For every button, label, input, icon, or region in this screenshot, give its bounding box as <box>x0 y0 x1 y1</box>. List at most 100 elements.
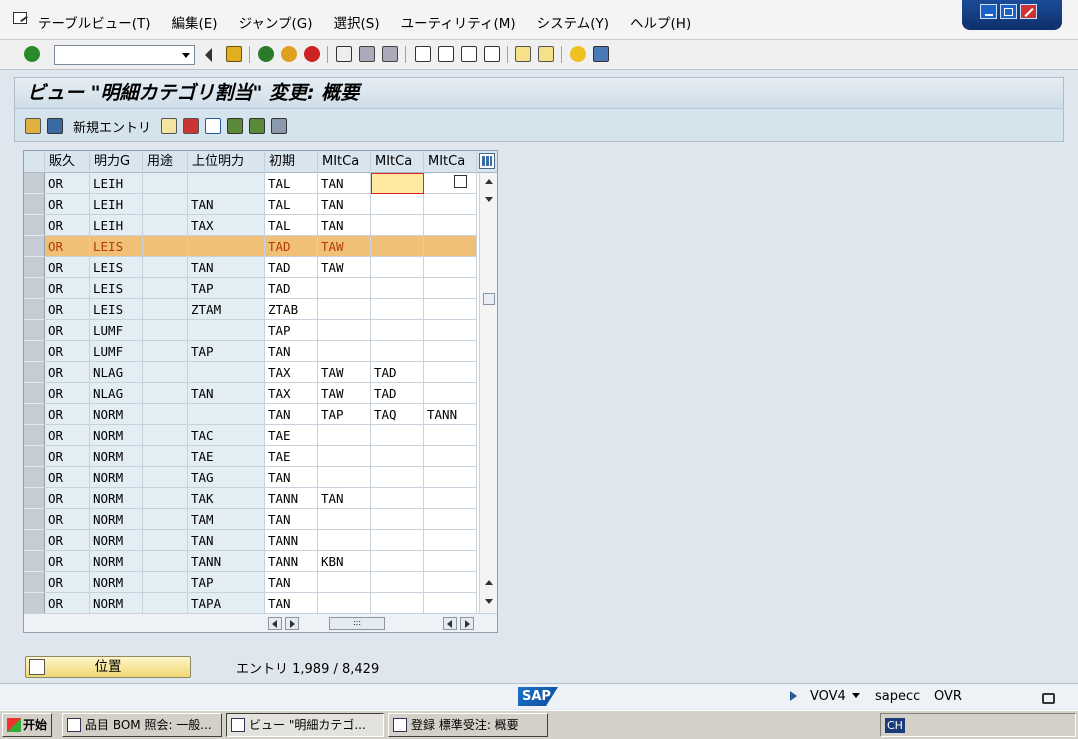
scroll-right-icon[interactable] <box>460 617 474 630</box>
table-cell[interactable] <box>371 236 424 257</box>
save-icon[interactable] <box>226 46 242 62</box>
table-row[interactable]: OR NORM TAPA TAN <box>24 593 477 614</box>
table-cell[interactable]: TAQ <box>371 404 424 425</box>
select-all-cell[interactable] <box>24 151 45 173</box>
table-cell[interactable] <box>424 257 477 278</box>
column-header[interactable]: MItCa <box>424 151 477 173</box>
table-cell[interactable]: TAN <box>265 593 318 614</box>
table-cell[interactable] <box>424 215 477 236</box>
table-cell[interactable] <box>318 320 371 341</box>
table-cell[interactable] <box>371 446 424 467</box>
table-cell[interactable] <box>318 278 371 299</box>
row-selector[interactable] <box>24 194 45 215</box>
table-cell[interactable] <box>371 572 424 593</box>
scroll-thumb[interactable]: ::: <box>329 617 385 630</box>
table-cell[interactable] <box>318 341 371 362</box>
table-cell[interactable]: TAN <box>265 572 318 593</box>
value-help-icon[interactable] <box>454 175 467 188</box>
table-cell[interactable] <box>424 362 477 383</box>
new-session-icon[interactable] <box>515 46 531 62</box>
table-row[interactable]: OR NORM TAP TAN <box>24 572 477 593</box>
table-row[interactable]: OR NORM TAN TAP TAQ TANN <box>24 404 477 425</box>
table-cell[interactable] <box>318 299 371 320</box>
menu-item[interactable]: テーブルビュー(T) <box>38 12 150 32</box>
select-block-icon[interactable] <box>249 118 266 134</box>
table-cell[interactable]: TANN <box>265 530 318 551</box>
table-cell[interactable]: TAX <box>265 383 318 404</box>
table-cell[interactable] <box>371 299 424 320</box>
menu-icon[interactable] <box>13 12 27 24</box>
row-selector[interactable] <box>24 572 45 593</box>
maximize-button[interactable] <box>1000 4 1017 19</box>
row-selector[interactable] <box>24 467 45 488</box>
row-selector[interactable] <box>24 509 45 530</box>
table-cell[interactable]: TAN <box>318 215 371 236</box>
table-cell[interactable] <box>371 320 424 341</box>
table-cell[interactable]: TAW <box>318 257 371 278</box>
table-cell[interactable] <box>424 572 477 593</box>
start-button[interactable]: 开始 <box>2 713 52 737</box>
table-cell[interactable] <box>424 236 477 257</box>
table-row[interactable]: OR NORM TANN TANN KBN <box>24 551 477 572</box>
table-cell[interactable] <box>424 194 477 215</box>
table-cell[interactable]: TANN <box>265 488 318 509</box>
vertical-scrollbar[interactable] <box>479 173 497 613</box>
scroll-down-icon[interactable] <box>485 197 493 202</box>
menu-item[interactable]: 選択(S) <box>333 12 379 32</box>
table-cell[interactable] <box>424 299 477 320</box>
table-cell[interactable] <box>424 173 477 194</box>
table-row[interactable]: OR NORM TAK TANN TAN <box>24 488 477 509</box>
next-page-icon[interactable] <box>461 46 477 62</box>
table-row[interactable]: OR LEIH TAX TAL TAN <box>24 215 477 236</box>
scroll-up-icon[interactable] <box>485 179 493 184</box>
scroll-left-icon[interactable] <box>268 617 282 630</box>
exit-icon[interactable] <box>281 46 297 62</box>
table-cell[interactable]: TAD <box>265 278 318 299</box>
cancel-icon[interactable] <box>304 46 320 62</box>
status-toggle-icon[interactable] <box>790 691 797 701</box>
row-selector[interactable] <box>24 551 45 572</box>
table-row[interactable]: OR NORM TAM TAN <box>24 509 477 530</box>
table-cell[interactable] <box>424 425 477 446</box>
table-row[interactable]: OR LEIS TAP TAD <box>24 278 477 299</box>
scroll-left-icon[interactable] <box>443 617 457 630</box>
column-header[interactable]: 販久 <box>45 151 90 173</box>
table-cell[interactable]: TAN <box>318 488 371 509</box>
table-row[interactable]: OR NORM TAN TANN <box>24 530 477 551</box>
table-cell[interactable] <box>424 593 477 614</box>
table-cell[interactable]: TANN <box>424 404 477 425</box>
table-cell[interactable]: TAW <box>318 236 371 257</box>
row-selector[interactable] <box>24 299 45 320</box>
table-cell[interactable]: TAN <box>318 194 371 215</box>
table-cell[interactable]: ZTAB <box>265 299 318 320</box>
table-cell[interactable]: TAE <box>265 425 318 446</box>
table-cell[interactable] <box>424 551 477 572</box>
help-icon[interactable] <box>570 46 586 62</box>
table-cell[interactable] <box>424 341 477 362</box>
close-button[interactable] <box>1020 4 1037 19</box>
command-field[interactable] <box>54 45 195 65</box>
row-selector[interactable] <box>24 320 45 341</box>
table-cell[interactable]: TAN <box>265 341 318 362</box>
scroll-up-icon[interactable] <box>485 580 493 585</box>
table-cell[interactable] <box>371 593 424 614</box>
row-selector[interactable] <box>24 257 45 278</box>
column-header[interactable]: MItCa <box>371 151 424 173</box>
new-entries-button[interactable]: 新規エントリ <box>73 117 151 136</box>
taskbar-item-view[interactable]: ビュー "明細カテゴ... <box>226 713 384 737</box>
chevron-down-icon[interactable] <box>182 53 190 58</box>
row-selector[interactable] <box>24 530 45 551</box>
row-selector[interactable] <box>24 173 45 194</box>
undo-icon[interactable] <box>205 118 222 134</box>
copy-icon[interactable] <box>161 118 178 134</box>
table-cell[interactable]: TAP <box>318 404 371 425</box>
menu-item[interactable]: ヘルプ(H) <box>630 12 691 32</box>
table-cell[interactable] <box>424 467 477 488</box>
menu-item[interactable]: ジャンプ(G) <box>239 12 313 32</box>
table-row[interactable]: OR NORM TAG TAN <box>24 467 477 488</box>
table-row[interactable]: OR LUMF TAP <box>24 320 477 341</box>
table-cell[interactable] <box>371 551 424 572</box>
shortcut-icon[interactable] <box>538 46 554 62</box>
table-cell[interactable]: TAD <box>265 257 318 278</box>
scroll-thumb[interactable] <box>483 293 495 305</box>
